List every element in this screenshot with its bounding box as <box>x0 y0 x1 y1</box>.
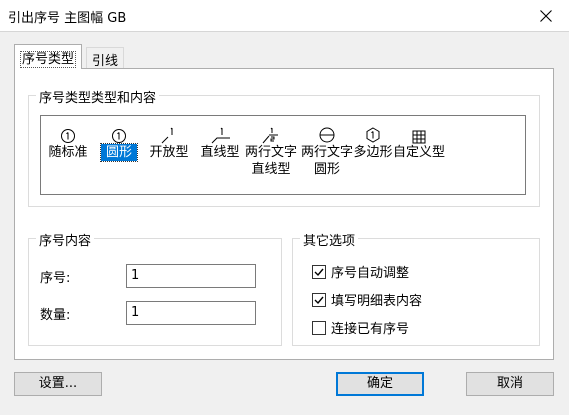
auto-adjust-checkbox[interactable]: 序号自动调整 <box>312 262 409 281</box>
type-item-circle[interactable]: 圆形 <box>100 126 138 162</box>
type-item-open[interactable]: 开放型 <box>145 126 193 161</box>
serial-input[interactable]: 1 <box>126 264 256 288</box>
checkbox-box <box>312 292 326 307</box>
type-item-line[interactable]: 直线型 <box>197 126 243 161</box>
two-line-circle-icon <box>299 126 355 144</box>
two-line-leader-icon <box>243 126 299 144</box>
content-group-legend: 序号内容 <box>36 230 95 249</box>
close-icon <box>540 9 552 22</box>
type-item-standard-label: 随标准 <box>48 145 88 160</box>
type-item-standard[interactable]: 随标准 <box>45 126 91 161</box>
content-group: 序号内容 <box>28 230 282 346</box>
settings-button[interactable]: 设置... <box>14 372 102 396</box>
type-item-line-label: 直线型 <box>200 145 240 160</box>
options-group-legend: 其它选项 <box>300 230 359 249</box>
close-button[interactable] <box>523 0 569 31</box>
connect-existing-checkbox[interactable]: 连接已有序号 <box>312 318 409 337</box>
serial-label: 序号: <box>40 271 71 286</box>
type-item-two-line-circle-label: 两行文字 <box>300 145 353 160</box>
circled-one-icon <box>45 126 91 144</box>
grid-icon <box>389 126 449 144</box>
type-item-two-line-straight[interactable]: 两行文字 直线型 <box>243 126 299 178</box>
auto-adjust-label: 序号自动调整 <box>331 266 410 281</box>
line-leader-icon <box>197 126 243 144</box>
type-item-two-line-circle[interactable]: 两行文字 圆形 <box>299 126 355 178</box>
open-leader-icon <box>145 126 193 144</box>
check-icon <box>314 268 324 276</box>
type-item-custom[interactable]: 自定义型 <box>389 126 449 161</box>
title-separator <box>0 31 569 32</box>
type-group-legend: 序号类型类型和内容 <box>36 87 160 106</box>
count-label: 数量: <box>40 308 71 323</box>
type-item-open-label: 开放型 <box>149 145 189 160</box>
window-title: 引出序号 主图幅 GB <box>8 11 127 26</box>
type-list: 随标准 圆形 开放型 直线型 两行文字 直线型 两行文字 圆形 多边形 自定义型 <box>40 115 526 195</box>
count-input[interactable]: 1 <box>126 301 256 325</box>
tab-serial-type-label: 序号类型 <box>20 51 77 68</box>
type-item-custom-label: 自定义型 <box>392 145 445 160</box>
tab-leader-label: 引线 <box>92 54 119 69</box>
tab-leader[interactable]: 引线 <box>86 47 125 69</box>
circled-one-icon <box>101 126 137 144</box>
checkbox-box <box>312 320 326 335</box>
tab-serial-type[interactable]: 序号类型 <box>14 44 83 69</box>
type-item-two-line-circle-label2: 圆形 <box>313 162 340 177</box>
type-item-circle-label: 圆形 <box>100 143 138 162</box>
checkbox-box <box>312 264 326 279</box>
connect-existing-label: 连接已有序号 <box>331 322 410 337</box>
check-icon <box>314 296 324 304</box>
fill-bom-label: 填写明细表内容 <box>331 294 423 309</box>
ok-button[interactable]: 确定 <box>336 372 424 396</box>
title-bar: 引出序号 主图幅 GB <box>0 0 569 31</box>
type-item-two-line-straight-label: 两行文字 <box>244 145 297 160</box>
type-item-two-line-straight-label2: 直线型 <box>251 162 291 177</box>
fill-bom-checkbox[interactable]: 填写明细表内容 <box>312 290 422 309</box>
cancel-button[interactable]: 取消 <box>466 372 554 396</box>
